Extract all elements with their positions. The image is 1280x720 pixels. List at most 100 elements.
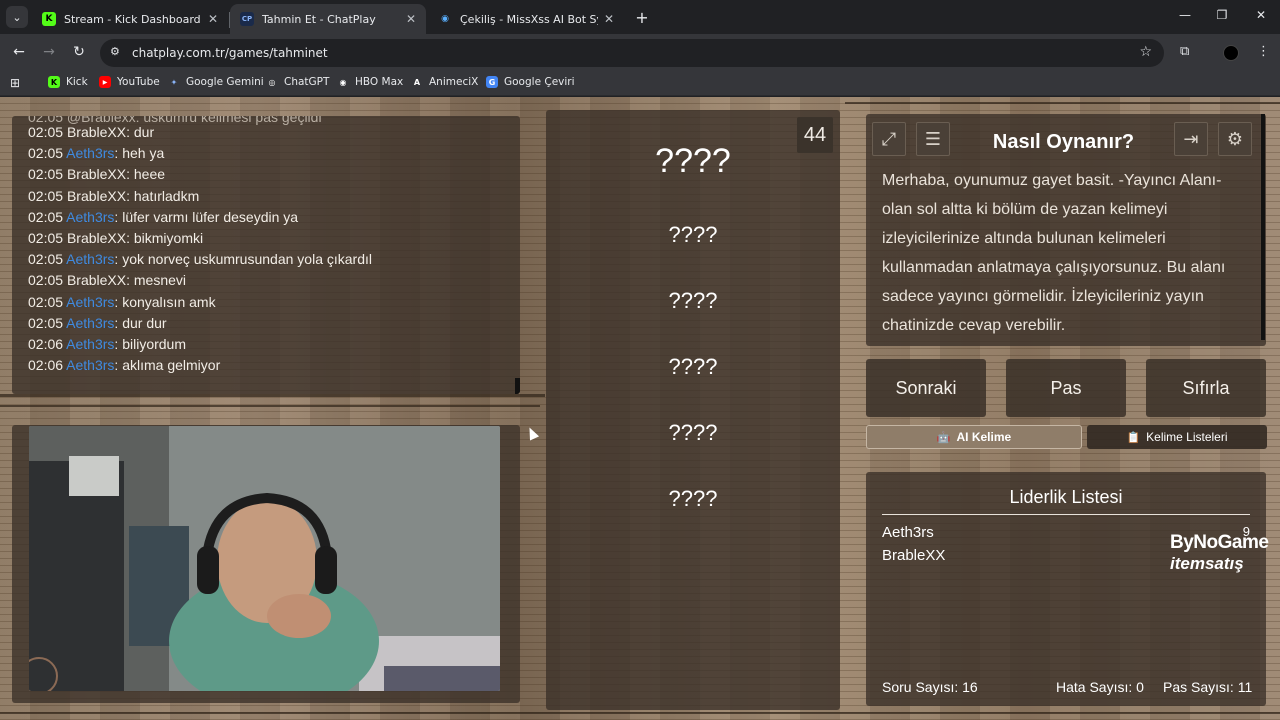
- chat-message: 02:05 BrableXX: dur: [28, 124, 154, 140]
- chat-time: 02:06: [28, 357, 64, 374]
- chat-text: hatırladkm: [133, 187, 200, 204]
- bookmarks-bar: ⊞ K Kick ▶ YouTube ✦ Google Gemini ◎ Cha…: [0, 72, 1280, 96]
- ai-word-button[interactable]: 🤖 AI Kelime: [866, 425, 1082, 449]
- chat-username[interactable]: Aeth3rs: [66, 145, 114, 161]
- bookmark-label: AnimeciX: [429, 76, 479, 88]
- chat-message: 02:05 BrableXX: bikmiyomki: [28, 230, 203, 246]
- forbidden-word: ????: [668, 288, 718, 313]
- pass-button[interactable]: Pas: [1006, 359, 1126, 417]
- sponsor-line-1: ByNoGame: [1170, 532, 1269, 553]
- url-text[interactable]: chatplay.com.tr/games/tahminet: [132, 46, 328, 60]
- close-tab-icon[interactable]: ✕: [406, 12, 416, 26]
- chat-username[interactable]: Aeth3rs: [66, 251, 114, 267]
- bookmark-chatgpt[interactable]: ◎ ChatGPT: [266, 76, 330, 88]
- bookmark-label: Google Gemini: [186, 76, 264, 88]
- chat-username[interactable]: Aeth3rs: [66, 315, 114, 331]
- forbidden-word: ????: [668, 354, 718, 379]
- google-translate-icon: G: [486, 76, 498, 88]
- reset-button[interactable]: Sıfırla: [1146, 359, 1266, 417]
- main-word: ????: [655, 142, 731, 180]
- bookmark-gemini[interactable]: ✦ Google Gemini: [168, 76, 264, 88]
- tab-kick-dashboard[interactable]: K Stream - Kick Dashboard ✕: [32, 4, 228, 34]
- chat-time: 02:05: [28, 230, 64, 246]
- bookmark-hbomax[interactable]: ◉ HBO Max: [337, 76, 404, 88]
- how-to-play-panel: ⤢ ☰ ⇥ ⚙ Nasıl Oynanır? Merhaba, oyunumuz…: [866, 114, 1266, 346]
- gemini-icon: ✦: [170, 77, 178, 87]
- chat-text: aklıma gelmiyor: [122, 357, 221, 374]
- chat-username[interactable]: BrableXX: [67, 166, 126, 182]
- chat-message: 02:05 BrableXX: heee: [28, 166, 165, 182]
- browser-toolbar: ← → ↻ ⚙ chatplay.com.tr/games/tahminet ☆…: [0, 34, 1280, 72]
- site-info-icon[interactable]: ⚙: [110, 45, 120, 58]
- chat-username[interactable]: Aeth3rs: [66, 357, 114, 373]
- extensions-icon[interactable]: ⧉: [1180, 44, 1189, 59]
- words-panel: ???? ???? ???? ???? ???? ????: [546, 110, 840, 710]
- close-tab-icon[interactable]: ✕: [604, 12, 614, 26]
- bookmark-star-icon[interactable]: ☆: [1139, 44, 1152, 60]
- tab-chatplay[interactable]: CP Tahmin Et - ChatPlay ✕: [230, 4, 426, 34]
- error-count: Hata Sayısı: 0: [1056, 679, 1144, 695]
- chat-scrollbar[interactable]: [515, 378, 520, 394]
- reload-icon[interactable]: ↻: [70, 44, 88, 60]
- tab-search-icon[interactable]: ⌄: [6, 6, 28, 28]
- profile-avatar[interactable]: [1223, 45, 1239, 61]
- leaderboard-panel: Liderlik Listesi Aeth3rs 9 BrableXX Soru…: [866, 472, 1266, 706]
- word-lists-label: Kelime Listeleri: [1146, 430, 1228, 444]
- chat-message: 02:05 Aeth3rs: yok norveç uskumrusundan …: [28, 251, 372, 267]
- ai-word-label: AI Kelime: [956, 430, 1012, 444]
- how-to-play-scrollbar[interactable]: [1261, 114, 1265, 340]
- chat-message: 02:05 Aeth3rs: heh ya: [28, 145, 164, 161]
- new-tab-icon[interactable]: +: [633, 8, 651, 27]
- forbidden-word: ????: [668, 420, 718, 445]
- chat-separator: :: [126, 124, 134, 140]
- chat-message: 02:05 Aeth3rs: dur dur: [28, 315, 167, 331]
- chat-time: 02:05: [28, 145, 64, 162]
- chat-text: mesnevi: [133, 272, 187, 289]
- chatplay-favicon-icon: CP: [240, 12, 254, 26]
- close-window-icon[interactable]: ✕: [1251, 8, 1271, 22]
- minimize-icon[interactable]: —: [1175, 8, 1195, 22]
- bookmark-animecix[interactable]: A AnimeciX: [411, 76, 478, 88]
- chat-username[interactable]: Aeth3rs: [66, 336, 114, 352]
- chat-username[interactable]: BrableXX: [67, 188, 126, 204]
- chat-text: konyalısın amk: [122, 293, 216, 310]
- chat-message: 02:05 BrableXX: hatırladkm: [28, 188, 199, 204]
- forward-icon[interactable]: →: [40, 44, 58, 60]
- chat-text: dur: [133, 124, 155, 140]
- forbidden-word: ????: [668, 222, 718, 247]
- address-bar[interactable]: ⚙ chatplay.com.tr/games/tahminet ☆: [100, 39, 1164, 67]
- word-lists-button[interactable]: 📋 Kelime Listeleri: [1087, 425, 1267, 449]
- animecix-icon: A: [413, 77, 421, 87]
- apps-icon[interactable]: ⊞: [10, 76, 20, 90]
- chat-username[interactable]: Aeth3rs: [66, 209, 114, 225]
- leaderboard-title: Liderlik Listesi: [882, 487, 1250, 515]
- menu-icon[interactable]: ⋮: [1257, 44, 1270, 59]
- chat-time: 02:05: [28, 208, 64, 225]
- bookmark-kick[interactable]: K Kick: [48, 76, 88, 88]
- webcam-image: [29, 426, 500, 691]
- kick-favicon-icon: K: [42, 12, 56, 26]
- tab-missxss[interactable]: ◉ Çekiliş - MissXss AI Bot System ✕: [428, 4, 624, 34]
- tab-title: Stream - Kick Dashboard: [64, 12, 201, 26]
- tab-title: Çekiliş - MissXss AI Bot System: [460, 12, 598, 26]
- tab-title: Tahmin Et - ChatPlay: [262, 12, 376, 26]
- chat-message: 02:05 BrableXX: mesnevi: [28, 272, 186, 288]
- chat-username[interactable]: BrableXX: [67, 230, 126, 246]
- close-tab-icon[interactable]: ✕: [208, 12, 218, 26]
- bookmark-youtube[interactable]: ▶ YouTube: [99, 76, 160, 88]
- bookmark-google-translate[interactable]: G Google Çeviri: [486, 76, 575, 88]
- chat-message: 02:06 Aeth3rs: aklıma gelmiyor: [28, 357, 220, 373]
- bookmark-label: HBO Max: [355, 76, 404, 88]
- chat-username[interactable]: BrableXX: [67, 124, 126, 140]
- next-button[interactable]: Sonraki: [866, 359, 986, 417]
- chat-username[interactable]: BrableXX: [67, 272, 126, 288]
- chat-username[interactable]: Aeth3rs: [66, 294, 114, 310]
- bookmark-label: YouTube: [117, 76, 160, 88]
- how-to-play-title: Nasıl Oynanır?: [992, 131, 1135, 153]
- restore-icon[interactable]: ❐: [1212, 8, 1232, 22]
- leaderboard-name: BrableXX: [882, 547, 946, 564]
- chat-text: yok norveç uskumrusundan yola çıkardıl: [122, 251, 372, 268]
- chat-text: heh ya: [122, 145, 165, 162]
- notepad-icon: 📋: [1126, 431, 1141, 444]
- back-icon[interactable]: ←: [10, 44, 28, 60]
